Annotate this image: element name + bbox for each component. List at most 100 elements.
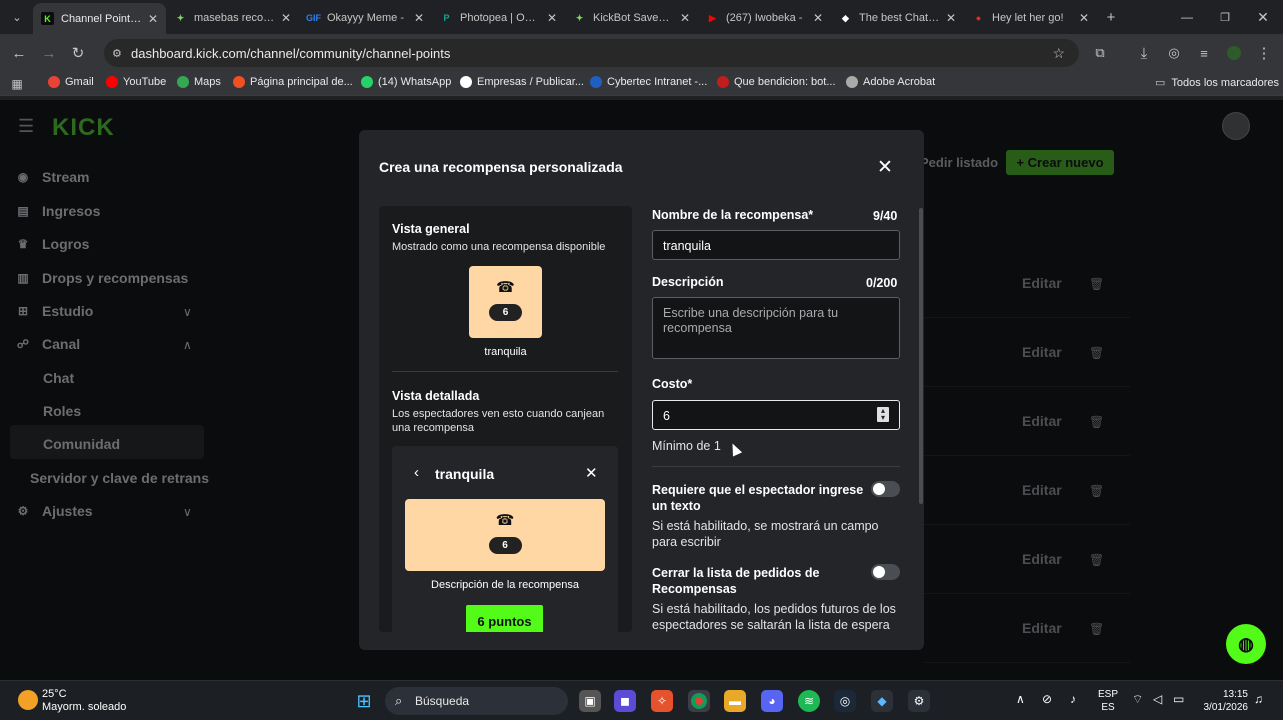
cost-input[interactable]: 6 ▴ ▾ bbox=[652, 400, 900, 430]
sidebar-item-drops[interactable]: ▥ Drops y recompensas bbox=[16, 270, 188, 286]
chrome-icon[interactable] bbox=[688, 690, 710, 712]
sidebar-item-canal[interactable]: ☍ Canal bbox=[16, 336, 80, 352]
volume-icon[interactable]: ◁ bbox=[1153, 693, 1162, 706]
bookmark-item[interactable]: YouTube bbox=[106, 76, 166, 88]
language-indicator[interactable]: ESP ES bbox=[1098, 688, 1118, 714]
kick-logo[interactable]: KICK bbox=[52, 114, 115, 142]
battery-icon[interactable]: ▭ bbox=[1173, 693, 1184, 706]
tab-close-icon[interactable]: ✕ bbox=[281, 11, 291, 25]
trash-icon[interactable]: 🗑 bbox=[1089, 484, 1104, 498]
trash-icon[interactable]: 🗑 bbox=[1089, 415, 1104, 429]
edit-reward-button[interactable]: Editar bbox=[1022, 413, 1062, 429]
copilot-icon[interactable]: ✧ bbox=[651, 690, 673, 712]
close-window-button[interactable]: ✕ bbox=[1252, 6, 1274, 28]
sidebar-item-logros[interactable]: ♛ Logros bbox=[16, 236, 90, 252]
settings-icon[interactable]: ⚙ bbox=[908, 690, 930, 712]
bookmark-item[interactable]: (14) WhatsApp bbox=[361, 76, 451, 88]
media-control-icon[interactable]: ≡ bbox=[1193, 42, 1215, 64]
new-tab-button[interactable]: + bbox=[1100, 6, 1122, 28]
tab-close-icon[interactable]: ✕ bbox=[148, 12, 158, 26]
redeem-points-button[interactable]: 6 puntos bbox=[466, 605, 543, 632]
close-icon[interactable]: ✕ bbox=[877, 156, 893, 179]
sidebar-item-estudio[interactable]: ⊞ Estudio bbox=[16, 303, 93, 319]
tray-chevron-up-icon[interactable]: ∧ bbox=[1016, 693, 1025, 706]
bookmark-item[interactable]: Maps bbox=[177, 76, 221, 88]
sidebar-item-stream[interactable]: ◉ Stream bbox=[16, 169, 90, 185]
edit-reward-button[interactable]: Editar bbox=[1022, 620, 1062, 636]
extensions-icon[interactable]: ⧉ bbox=[1089, 42, 1111, 64]
bookmark-item[interactable]: Empresas / Publicar... bbox=[460, 76, 584, 88]
sidebar-item-ajustes[interactable]: ⚙ Ajustes bbox=[16, 503, 93, 519]
sidebar-item-roles[interactable]: Roles bbox=[43, 403, 81, 419]
bookmark-item[interactable]: Cybertec Intranet -... bbox=[590, 76, 707, 88]
bookmark-item[interactable]: Página principal de... bbox=[233, 76, 353, 88]
windows-start-icon[interactable]: ⊞ bbox=[353, 690, 375, 712]
menu-icon[interactable]: ⋮ bbox=[1253, 42, 1275, 64]
browser-tab[interactable]: ✦ masebas recorta ✕ bbox=[166, 5, 299, 31]
app-icon[interactable]: ◆ bbox=[871, 690, 893, 712]
tab-close-icon[interactable]: ✕ bbox=[680, 11, 690, 25]
tab-close-icon[interactable]: ✕ bbox=[547, 11, 557, 25]
chevron-down-icon[interactable]: ∨ bbox=[183, 305, 192, 319]
site-info-icon[interactable]: ⚙ bbox=[112, 47, 122, 60]
modal-scrollbar[interactable] bbox=[919, 208, 923, 504]
number-stepper-icon[interactable]: ▴ ▾ bbox=[877, 407, 889, 422]
notifications-icon[interactable]: ♫ bbox=[1254, 693, 1263, 706]
reward-name-input[interactable]: tranquila bbox=[652, 230, 900, 260]
trash-icon[interactable]: 🗑 bbox=[1089, 277, 1104, 291]
tab-close-icon[interactable]: ✕ bbox=[414, 11, 424, 25]
tab-close-icon[interactable]: ✕ bbox=[946, 11, 956, 25]
sidebar-item-ingresos[interactable]: ▤ Ingresos bbox=[16, 203, 100, 219]
task-view-icon[interactable]: ▣ bbox=[579, 690, 601, 712]
trash-icon[interactable]: 🗑 bbox=[1089, 622, 1104, 636]
taskbar-search[interactable]: ⌕ Búsqueda bbox=[385, 687, 568, 715]
clock[interactable]: 13:15 3/01/2026 bbox=[1198, 688, 1249, 714]
skip-queue-toggle[interactable] bbox=[871, 564, 900, 580]
address-bar[interactable]: ⚙ dashboard.kick.com/channel/community/c… bbox=[104, 39, 1079, 67]
weather-icon[interactable] bbox=[18, 690, 38, 710]
back-icon[interactable]: ← bbox=[8, 42, 30, 64]
network-off-icon[interactable]: ⊘ bbox=[1042, 693, 1052, 706]
steam-icon[interactable]: ◎ bbox=[834, 690, 856, 712]
tab-close-icon[interactable]: ✕ bbox=[813, 11, 823, 25]
chevron-up-icon[interactable]: ∧ bbox=[183, 338, 192, 352]
browser-tab[interactable]: ✦ KickBot Saved W ✕ bbox=[565, 5, 698, 31]
reload-icon[interactable]: ↻ bbox=[67, 42, 89, 64]
pedir-listado-button[interactable]: Pedir listado bbox=[920, 155, 998, 170]
browser-tab[interactable]: P Photopea | Onlin ✕ bbox=[432, 5, 565, 31]
edit-reward-button[interactable]: Editar bbox=[1022, 275, 1062, 291]
trash-icon[interactable]: 🗑 bbox=[1089, 553, 1104, 567]
sidebar-item-chat[interactable]: Chat bbox=[43, 370, 74, 386]
chevron-down-icon[interactable]: ∨ bbox=[183, 505, 192, 519]
description-textarea[interactable]: Escribe una descripción para tu recompen… bbox=[652, 297, 900, 359]
wifi-icon[interactable]: ⌔ bbox=[1132, 693, 1143, 706]
support-chat-button[interactable]: ◍ bbox=[1226, 624, 1266, 664]
close-icon[interactable]: ✕ bbox=[585, 464, 598, 482]
forward-icon[interactable]: → bbox=[38, 42, 60, 64]
browser-tab[interactable]: ● Hey let her go! ✕ bbox=[964, 5, 1097, 31]
minimize-button[interactable]: — bbox=[1176, 6, 1198, 28]
bookmark-item[interactable]: Que bendicion: bot... bbox=[717, 76, 836, 88]
spotify-icon[interactable]: ≋ bbox=[798, 690, 820, 712]
sidebar-item-servidor[interactable]: Servidor y clave de retrans bbox=[30, 470, 209, 486]
browser-tab[interactable]: ◆ The best ChatBo ✕ bbox=[831, 5, 964, 31]
edit-reward-button[interactable]: Editar bbox=[1022, 482, 1062, 498]
user-avatar[interactable] bbox=[1222, 112, 1250, 140]
browser-tab[interactable]: ▶ (267) Iwobeka - ✕ bbox=[698, 5, 831, 31]
bookmark-item[interactable]: Gmail bbox=[48, 76, 94, 88]
bookmark-star-icon[interactable]: ☆ bbox=[1052, 45, 1065, 62]
crear-nuevo-button[interactable]: + Crear nuevo bbox=[1006, 150, 1114, 175]
trash-icon[interactable]: 🗑 bbox=[1089, 346, 1104, 360]
browser-tab[interactable]: GIF Okayyy Meme - ✕ bbox=[299, 5, 432, 31]
edit-reward-button[interactable]: Editar bbox=[1022, 344, 1062, 360]
apps-grid-icon[interactable]: ▦ bbox=[6, 73, 28, 95]
tab-search-icon[interactable]: ⌄ bbox=[6, 6, 28, 28]
edit-reward-button[interactable]: Editar bbox=[1022, 551, 1062, 567]
all-bookmarks[interactable]: ▭ Todos los marcadores bbox=[1155, 76, 1279, 90]
profile-icon[interactable] bbox=[1223, 42, 1245, 64]
download-icon[interactable]: ⤓ bbox=[1133, 42, 1155, 64]
restore-button[interactable]: ❐ bbox=[1214, 6, 1236, 28]
sync-icon[interactable]: ◎ bbox=[1163, 42, 1185, 64]
bookmark-item[interactable]: Adobe Acrobat bbox=[846, 76, 935, 88]
require-text-toggle[interactable] bbox=[871, 481, 900, 497]
